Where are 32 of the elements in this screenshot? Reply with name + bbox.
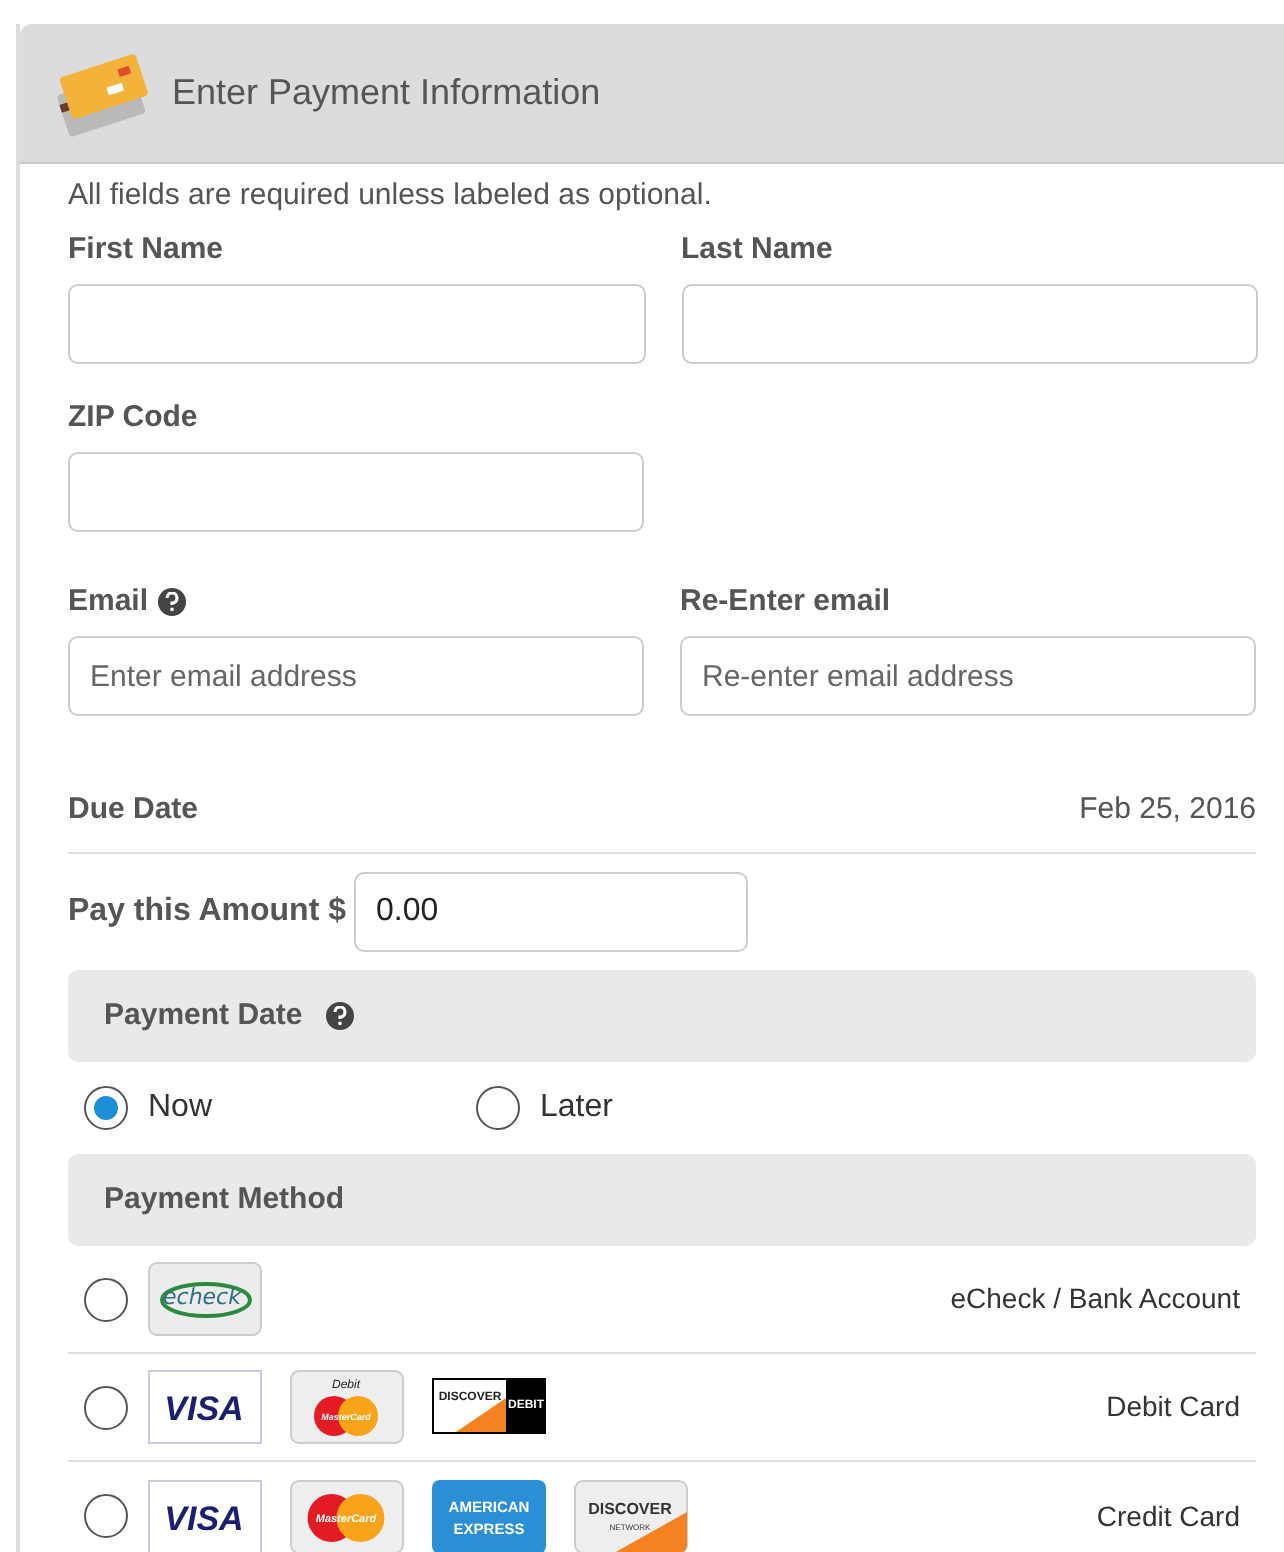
payment-method-label: Debit Card: [1106, 1388, 1240, 1426]
panel-title: Enter Payment Information: [172, 70, 601, 116]
help-icon: [158, 588, 187, 616]
radio-button[interactable]: [84, 1277, 128, 1321]
echeck-logo: echeck: [148, 1262, 262, 1336]
due-date-value: Feb 25, 2016: [1079, 789, 1256, 830]
input-field[interactable]: [68, 284, 645, 364]
visa-logo: VISA: [148, 1370, 262, 1444]
input-field[interactable]: [68, 452, 644, 532]
radio-label: Now: [148, 1088, 213, 1128]
input-field[interactable]: Enter email address: [68, 636, 644, 716]
radio-button[interactable]: [84, 1086, 128, 1130]
form-notice: All fields are required unless labeled as optional.: [68, 176, 714, 216]
payment-method-label: eCheck / Bank Account: [950, 1280, 1240, 1318]
amount-field[interactable]: 0.00: [353, 872, 748, 952]
radio-label: Later: [540, 1088, 613, 1128]
amount-label: Pay this Amount $: [68, 892, 346, 932]
payment-method-label: Credit Card: [1096, 1497, 1240, 1535]
section-title: Payment Method: [104, 1179, 345, 1220]
radio-button[interactable]: [84, 1494, 128, 1538]
field-label: Email: [68, 581, 149, 622]
radio-button[interactable]: [476, 1086, 520, 1130]
input-field[interactable]: Re-enter email address: [680, 636, 1256, 716]
field-label: Last Name: [681, 229, 833, 270]
field-label: Re-Enter email: [680, 581, 891, 622]
due-date-label: Due Date: [68, 789, 199, 830]
field-label: ZIP Code: [68, 397, 198, 438]
input-field[interactable]: [681, 284, 1258, 364]
radio-button[interactable]: [84, 1385, 128, 1429]
field-label: First Name: [68, 229, 224, 270]
section-title: Payment Date: [104, 995, 303, 1036]
visa-logo: VISA: [148, 1479, 262, 1552]
